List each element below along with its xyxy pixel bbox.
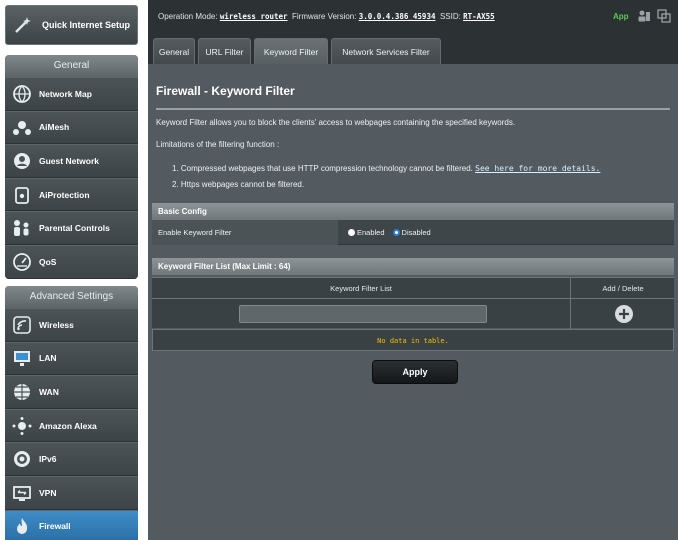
app-link[interactable]: App [613,12,629,21]
enable-keyword-filter-label: Enable Keyword Filter [152,220,338,245]
lock-icon [11,184,33,206]
limitation-2: 2. Https webpages cannot be filtered. [172,180,305,189]
sidebar-item-amazon-alexa[interactable]: Amazon Alexa [5,408,138,443]
add-delete-column-header: Add / Delete [602,284,644,293]
sidebar-item-label: AiProtection [39,189,90,200]
sidebar-item-label: Parental Controls [39,223,110,234]
limitations-title: Limitations of the filtering function : [156,140,280,149]
sidebar-item-vpn[interactable]: VPN [5,475,138,510]
tab-keyword-filter[interactable]: Keyword Filter [254,38,328,64]
keyword-input-row [152,298,674,329]
ipv6-icon [11,448,33,470]
guest-network-icon [11,150,33,172]
enabled-radio-label[interactable]: Enabled [357,228,385,237]
enabled-radio[interactable] [348,229,355,236]
sidebar-item-wan[interactable]: WAN [5,375,138,409]
limitation-1: 1. Compressed webpages that use HTTP com… [172,164,600,173]
status-line: Operation Mode: wireless router Firmware… [158,12,495,21]
family-icon [11,217,33,239]
globe-icon [11,83,33,105]
quick-internet-setup-label: Quick Internet Setup [42,19,131,30]
op-mode-link[interactable]: wireless router [220,12,288,21]
sidebar-item-label: AiMesh [39,122,70,133]
sidebar-item-network-map[interactable]: Network Map [5,77,138,111]
firmware-link[interactable]: 3.0.0.4.386_45934 [359,12,436,21]
sidebar-item-label: Amazon Alexa [39,420,97,431]
sidebar-item-label: QoS [39,256,57,267]
enable-keyword-filter-row: Enable Keyword Filter Enabled Disabled [152,220,674,245]
page-description: Keyword Filter allows you to block the c… [156,118,516,127]
globe-icon [11,381,33,403]
firewall-icon [11,515,33,537]
sidebar-item-ipv6[interactable]: IPv6 [5,442,138,476]
quick-internet-setup-button[interactable]: Quick Internet Setup [5,5,138,45]
usb-icon[interactable] [657,9,671,23]
monitor-icon [11,347,33,369]
status-bar: Operation Mode: wireless router Firmware… [148,0,678,38]
general-section: General Network Map AiMesh Guest Network… [5,55,138,279]
wifi-icon [11,314,33,336]
enable-radio-group: Enabled Disabled [348,220,439,245]
keyword-table-header: Keyword Filter List Add / Delete [152,277,674,299]
keyword-input[interactable] [239,305,487,323]
sidebar-item-label: IPv6 [39,454,57,465]
sidebar-item-aimesh[interactable]: AiMesh [5,110,138,145]
page-title: Firewall - Keyword Filter [156,84,295,98]
aimesh-icon [11,116,33,138]
sidebar-item-wireless[interactable]: Wireless [5,308,138,342]
advanced-section: Advanced Settings Wireless LAN WAN Amazo… [5,286,138,540]
tab-bar: General URL Filter Keyword Filter Networ… [148,38,678,64]
content-area: Firewall - Keyword Filter Keyword Filter… [148,64,678,540]
sidebar-item-label: Guest Network [39,155,99,166]
ssid-label: SSID: [439,12,461,21]
apply-button[interactable]: Apply [372,360,458,384]
sidebar-item-label: WAN [39,386,59,397]
alexa-icon [11,415,33,437]
sidebar-item-label: Network Map [39,88,92,99]
plus-icon [619,309,629,319]
tab-network-services-filter[interactable]: Network Services Filter [331,38,441,64]
wand-icon [12,14,34,36]
vpn-icon [11,482,33,504]
sidebar-item-label: VPN [39,487,57,498]
keyword-column-header: Keyword Filter List [152,278,571,299]
main-panel: Operation Mode: wireless router Firmware… [148,0,678,540]
sidebar-item-label: Wireless [39,319,74,330]
no-data-message: No data in table. [152,329,674,351]
tab-url-filter[interactable]: URL Filter [198,38,251,64]
sidebar-item-aiprotection[interactable]: AiProtection [5,177,138,212]
sidebar-item-parental-controls[interactable]: Parental Controls [5,211,138,245]
gauge-icon [11,251,33,273]
title-divider [156,108,670,110]
limitation-1-text: 1. Compressed webpages that use HTTP com… [172,164,473,173]
general-header: General [5,55,138,77]
keyword-list-header: Keyword Filter List (Max Limit : 64) [152,258,674,275]
basic-config-header: Basic Config [152,203,674,220]
sidebar-item-lan[interactable]: LAN [5,341,138,376]
sidebar: Quick Internet Setup General Network Map… [0,0,143,540]
see-details-link[interactable]: See here for more details. [475,164,600,173]
firmware-label: Firmware Version: [292,12,357,21]
sidebar-item-label: LAN [39,353,57,364]
sidebar-item-firewall[interactable]: Firewall [5,509,138,540]
disabled-radio[interactable] [392,229,400,236]
sidebar-item-qos[interactable]: QoS [5,244,138,279]
disabled-radio-label[interactable]: Disabled [402,228,431,237]
op-mode-label: Operation Mode: [158,12,218,21]
add-keyword-button[interactable] [615,305,633,323]
advanced-header: Advanced Settings [5,286,138,308]
user-icon[interactable] [637,9,651,23]
sidebar-item-guest-network[interactable]: Guest Network [5,144,138,178]
tab-general[interactable]: General [153,38,195,64]
sidebar-item-label: Firewall [39,521,71,532]
ssid-link[interactable]: RT-AX55 [463,12,495,21]
